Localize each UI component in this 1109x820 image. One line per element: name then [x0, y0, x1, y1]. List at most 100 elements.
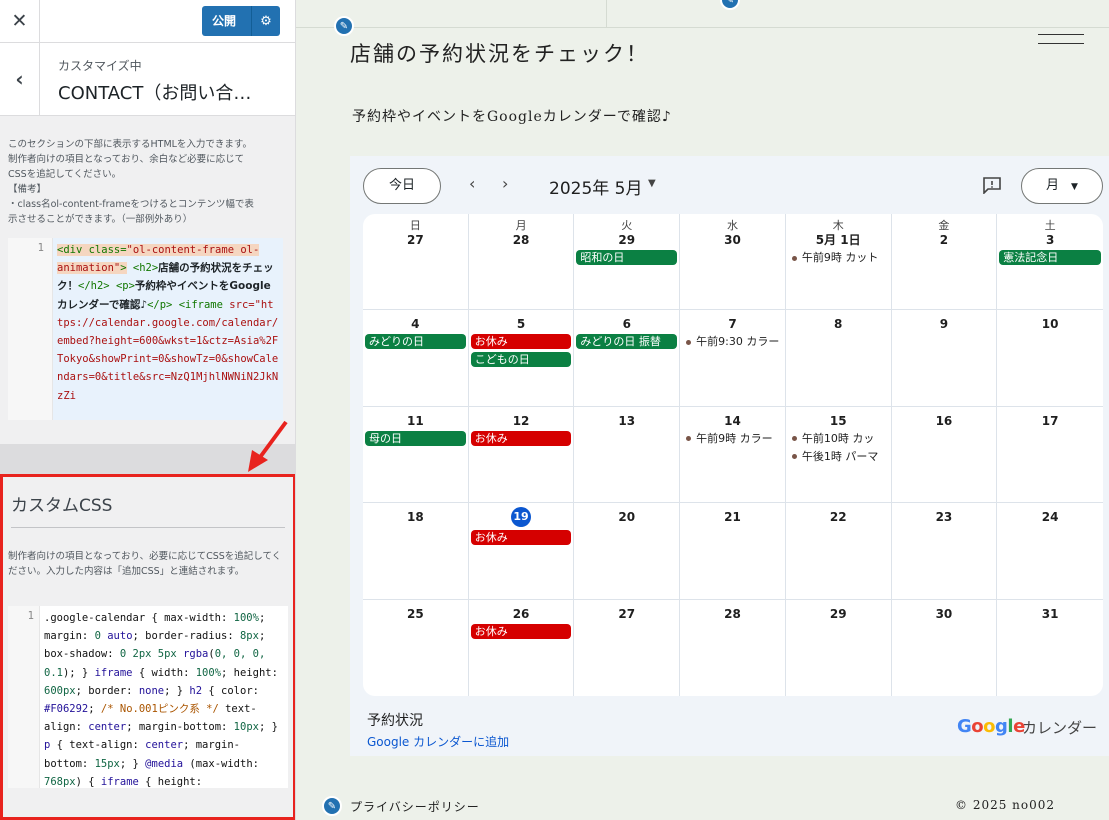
calendar-event-chip[interactable]: 昭和の日	[576, 250, 678, 265]
today-button[interactable]: 今日	[363, 168, 441, 204]
day-number[interactable]: 31	[997, 601, 1103, 621]
day-number[interactable]: 12	[469, 408, 574, 428]
day-number[interactable]: 27	[574, 601, 679, 621]
calendar-day-cell[interactable]: 7 午前9:30 カラー	[680, 310, 786, 407]
day-number[interactable]: 13	[574, 408, 679, 428]
calendar-day-cell[interactable]: 30	[892, 599, 998, 696]
day-number[interactable]: 11	[363, 408, 468, 428]
back-button[interactable]: ‹	[0, 43, 40, 115]
calendar-day-cell[interactable]: 5 お休みこどもの日	[468, 310, 575, 407]
day-number[interactable]: 8	[786, 311, 891, 331]
calendar-appointment[interactable]: 午前10時 カッ	[788, 431, 889, 446]
calendar-appointment[interactable]: 午前9:30 カラー	[682, 334, 783, 349]
day-number[interactable]: 10	[997, 311, 1103, 331]
calendar-day-cell[interactable]: 月 28	[468, 214, 575, 311]
day-number[interactable]: 17	[997, 408, 1103, 428]
html-code-editor[interactable]: 1 <div class="ol-content-frame ol-animat…	[8, 238, 283, 420]
edit-pencil-icon[interactable]: ✎	[322, 796, 342, 816]
calendar-event-chip[interactable]: 憲法記念日	[999, 250, 1101, 265]
edit-pencil-icon[interactable]: ✎	[334, 16, 354, 36]
day-number[interactable]: 14	[680, 408, 785, 428]
calendar-day-cell[interactable]: 20	[574, 503, 681, 600]
calendar-appointment[interactable]: 午後1時 パーマ	[788, 449, 889, 464]
calendar-day-cell[interactable]: 6 みどりの日 振替	[574, 310, 681, 407]
day-number[interactable]: 29	[574, 233, 679, 247]
calendar-day-cell[interactable]: 21	[680, 503, 786, 600]
calendar-event-chip[interactable]: みどりの日 振替	[576, 334, 678, 350]
calendar-day-cell[interactable]: 11 母の日	[363, 406, 469, 504]
calendar-day-cell[interactable]: 9	[891, 310, 998, 407]
day-number[interactable]: 3	[997, 233, 1103, 247]
calendar-day-cell[interactable]: 火 29 昭和の日	[574, 214, 681, 311]
day-number[interactable]: 23	[892, 504, 997, 524]
calendar-day-cell[interactable]: 8	[785, 310, 892, 407]
day-number[interactable]: 4	[363, 311, 468, 331]
calendar-day-cell[interactable]: 土 3 憲法記念日	[997, 214, 1103, 311]
publish-button[interactable]: 公開 ⚙	[202, 6, 280, 36]
calendar-day-cell[interactable]: 10	[997, 310, 1103, 407]
calendar-day-cell[interactable]: 木 5月 1日 午前9時 カット	[785, 214, 892, 311]
day-number[interactable]: 7	[680, 311, 785, 331]
day-number[interactable]: 5月 1日	[786, 233, 891, 247]
close-button[interactable]: ✕	[0, 0, 40, 42]
day-number[interactable]: 21	[680, 504, 785, 524]
calendar-day-cell[interactable]: 12 お休み	[468, 406, 575, 504]
caret-down-icon[interactable]: ▼	[648, 178, 656, 189]
calendar-day-cell[interactable]: 31	[997, 600, 1103, 696]
feedback-icon[interactable]	[982, 176, 1002, 194]
calendar-appointment[interactable]: 午前9時 カット	[788, 250, 889, 265]
day-number[interactable]: 6	[574, 311, 679, 331]
calendar-day-cell[interactable]: 29	[786, 599, 892, 696]
calendar-day-cell[interactable]: 日 27	[363, 214, 469, 311]
calendar-day-cell[interactable]: 27	[574, 599, 681, 696]
day-number[interactable]: 28	[469, 233, 574, 247]
day-number[interactable]: 2	[892, 233, 997, 247]
day-number[interactable]: 20	[574, 504, 679, 524]
calendar-event-chip[interactable]: お休み	[470, 334, 572, 350]
day-number[interactable]: 9	[892, 311, 997, 331]
html-code-text[interactable]: <div class="ol-content-frame ol-animatio…	[53, 238, 283, 420]
calendar-day-cell[interactable]: 16	[891, 406, 998, 504]
day-number[interactable]: 30	[892, 601, 997, 621]
calendar-day-cell[interactable]: 26 お休み	[469, 599, 575, 696]
calendar-appointment[interactable]: 午前9時 カラー	[682, 431, 783, 446]
day-number[interactable]: 15	[786, 408, 891, 428]
day-number[interactable]: 28	[680, 601, 785, 621]
hamburger-menu-icon[interactable]	[1038, 34, 1084, 54]
chevron-left-icon[interactable]: ‹	[469, 174, 475, 193]
calendar-day-cell[interactable]: 25	[363, 599, 469, 696]
day-number[interactable]: 29	[786, 601, 891, 621]
day-number[interactable]: 19	[511, 507, 532, 528]
calendar-event-chip[interactable]: お休み	[470, 623, 572, 639]
gear-icon[interactable]: ⚙	[252, 14, 280, 29]
day-number[interactable]: 30	[680, 233, 785, 247]
css-code-text[interactable]: .google-calendar { max-width: 100% ; marg…	[40, 606, 288, 788]
month-label[interactable]: 2025年 5月	[549, 174, 642, 199]
css-code-editor[interactable]: 1 .google-calendar { max-width: 100% ; ma…	[8, 606, 288, 788]
calendar-day-cell[interactable]: 14 午前9時 カラー	[680, 406, 786, 504]
day-number[interactable]: 5	[469, 311, 574, 331]
add-to-google-calendar-link[interactable]: Google カレンダーに追加	[367, 733, 509, 750]
calendar-day-cell[interactable]: 金2	[891, 214, 998, 311]
calendar-day-cell[interactable]: 24	[997, 503, 1103, 600]
calendar-day-cell[interactable]: 17	[997, 407, 1103, 504]
day-number[interactable]: 16	[892, 408, 997, 428]
calendar-day-cell[interactable]: 4 みどりの日	[363, 310, 469, 407]
calendar-event-chip[interactable]: 母の日	[365, 430, 466, 446]
calendar-event-chip[interactable]: お休み	[470, 430, 572, 446]
calendar-day-cell[interactable]: 22	[785, 503, 892, 600]
day-number[interactable]: 25	[363, 601, 468, 621]
calendar-day-cell[interactable]: 13	[574, 406, 681, 504]
calendar-day-cell[interactable]: 水 30	[680, 214, 786, 311]
day-number[interactable]: 24	[997, 504, 1103, 524]
day-number[interactable]: 18	[363, 504, 468, 524]
calendar-event-chip[interactable]: こどもの日	[470, 352, 572, 368]
calendar-day-cell[interactable]: 15 午前10時 カッ 午後1時 パーマ	[785, 406, 892, 504]
view-select-button[interactable]: 月 ▼	[1021, 168, 1103, 204]
calendar-day-cell[interactable]: 28	[680, 599, 786, 696]
chevron-right-icon[interactable]: ›	[502, 174, 508, 193]
privacy-policy-link[interactable]: プライバシーポリシー	[350, 798, 480, 815]
calendar-event-chip[interactable]: みどりの日	[365, 334, 466, 350]
calendar-day-cell[interactable]: 18	[363, 503, 469, 600]
day-number[interactable]: 27	[363, 233, 468, 247]
